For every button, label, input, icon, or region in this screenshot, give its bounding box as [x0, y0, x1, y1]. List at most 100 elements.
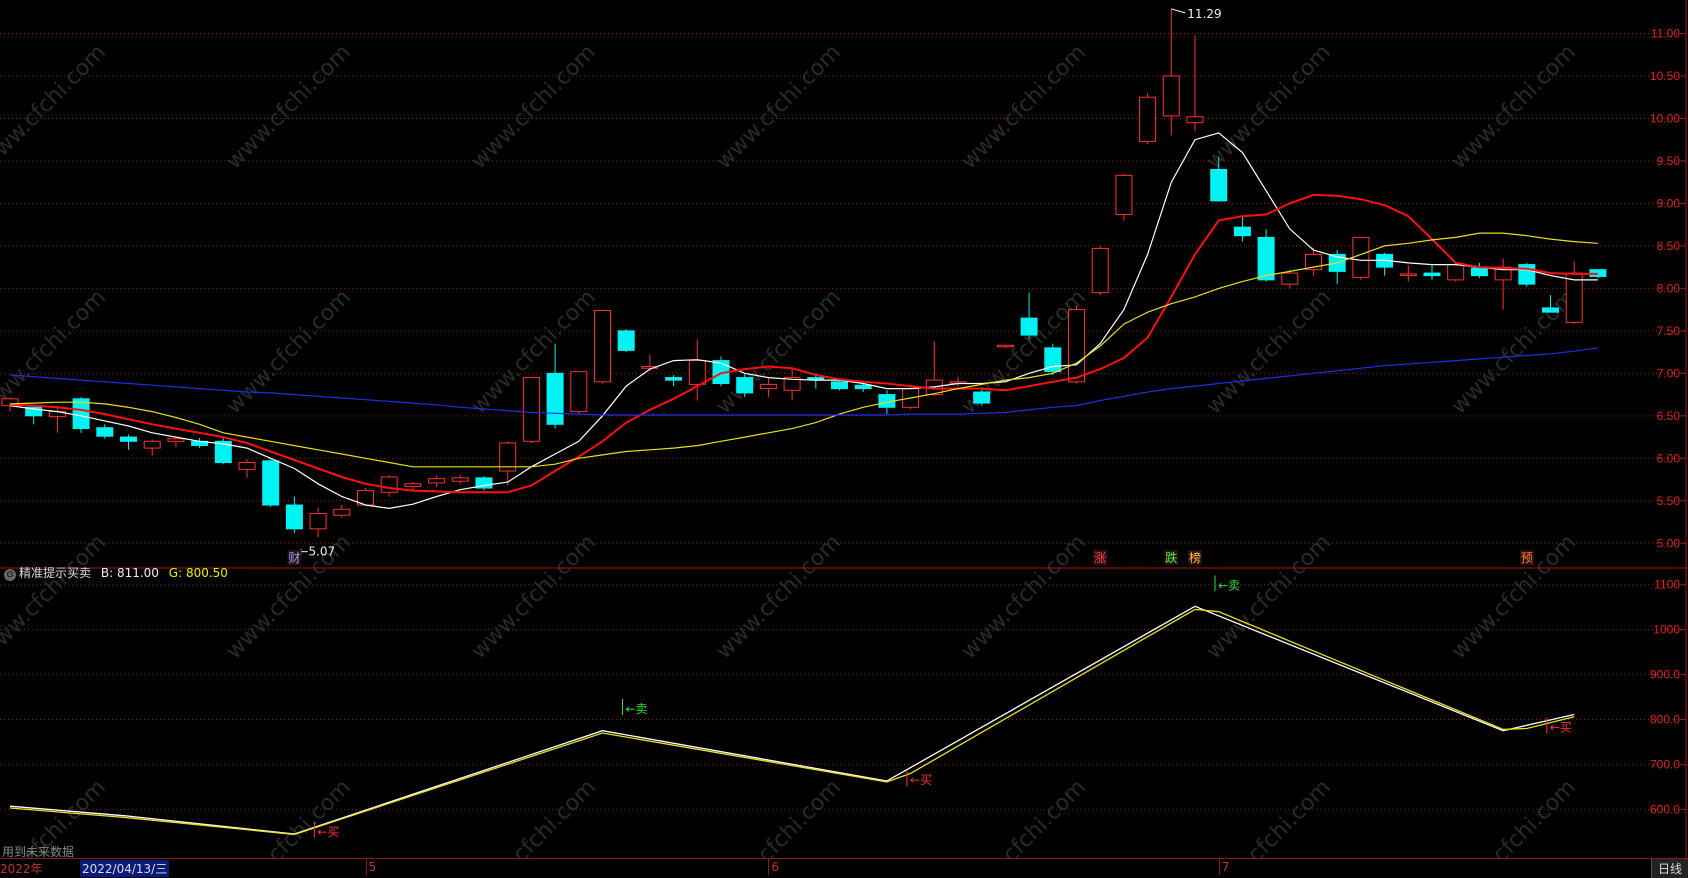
indicator-y-tick-label: 1100	[1654, 578, 1680, 592]
main-y-tick-label: 11.00	[1651, 26, 1680, 40]
event-marker-label: 榜	[1189, 550, 1201, 565]
watermark-text: www.cfchi.com	[467, 530, 601, 664]
candle-body-up	[451, 477, 469, 482]
candle-body-down	[72, 398, 90, 430]
candle-body-up	[1162, 75, 1180, 117]
main-y-tick-label: 8.50	[1657, 239, 1681, 253]
candle-body-up	[1068, 309, 1085, 383]
candle-body-down	[1518, 264, 1536, 285]
candle-body-down	[665, 377, 683, 381]
month-divider	[768, 859, 770, 875]
watermark-text: www.cfchi.com	[222, 40, 356, 174]
candle-body-down	[1423, 272, 1441, 277]
candle-body-up	[570, 371, 588, 413]
signal-sell-label: ←卖	[1218, 578, 1240, 592]
main-y-tick-label: 8.00	[1657, 281, 1681, 295]
watermark-text: www.cfchi.com	[712, 40, 846, 174]
candle-body-up	[333, 508, 351, 516]
watermark-text: www.cfchi.com	[1447, 530, 1581, 664]
cursor-date-label: 2022/04/13/三	[80, 860, 170, 877]
low-price-label: ←5.07	[298, 544, 335, 558]
event-marker-label: 预	[1521, 551, 1533, 565]
time-axis-bar: 2022年 2022/04/13/三 日线 5 6 7	[0, 858, 1688, 878]
candle-body-up	[404, 483, 422, 487]
candle-body-up	[1447, 264, 1465, 281]
candle-body-up	[1186, 116, 1204, 124]
candle-body-up	[238, 462, 256, 470]
candle-body-down	[736, 377, 754, 394]
candle-body-up	[1399, 273, 1417, 276]
main-y-tick-label: 9.50	[1657, 154, 1681, 168]
main-y-tick-label: 6.00	[1657, 451, 1681, 465]
candle-body-down	[546, 372, 564, 425]
candle-body-down	[973, 391, 991, 404]
year-label: 2022年	[0, 862, 43, 876]
signal-buy-label: ←买	[317, 825, 339, 839]
candle-body-up	[522, 377, 540, 442]
watermark-text: www.cfchi.com	[957, 530, 1091, 664]
main-y-tick-label: 5.00	[1657, 536, 1681, 550]
watermark-text: www.cfchi.com	[222, 285, 356, 419]
high-price-pointer	[1171, 8, 1186, 14]
collapse-toggle-icon[interactable]: ⊙	[4, 569, 16, 581]
watermark-text: www.cfchi.com	[0, 40, 111, 174]
indicator-y-tick-label: 1000	[1653, 623, 1680, 637]
b-value: 811.00	[116, 566, 159, 580]
g-label: G:	[168, 566, 183, 580]
month-label: 7	[1221, 860, 1230, 874]
candle-body-down	[831, 381, 848, 390]
candle-body-up	[1139, 96, 1157, 142]
watermark-text: www.cfchi.com	[1202, 530, 1336, 664]
main-y-tick-label: 7.50	[1657, 324, 1681, 338]
event-marker-label: 财	[288, 551, 300, 565]
candle-body-down	[807, 377, 825, 380]
b-label: B:	[100, 566, 114, 580]
month-label: 5	[368, 860, 377, 874]
candle-body-up	[380, 476, 398, 493]
candle-body-up	[1281, 272, 1299, 285]
main-y-tick-label: 7.00	[1657, 366, 1681, 380]
watermark-text: www.cfchi.com	[957, 40, 1091, 174]
candle-body-up	[688, 360, 706, 385]
candle-body-down	[617, 330, 635, 351]
indicator-y-tick-label: 600.0	[1650, 802, 1680, 816]
indicator-y-tick-label: 700.0	[1650, 757, 1680, 771]
event-marker-label: 涨	[1094, 550, 1106, 565]
period-button[interactable]: 日线	[1650, 859, 1688, 878]
indicator-y-tick-label: 800.0	[1650, 712, 1680, 726]
event-marker-label: 跌	[1165, 550, 1177, 565]
candle-body-down	[285, 504, 303, 530]
watermark-text: www.cfchi.com	[712, 285, 846, 419]
chart-svg: www.cfchi.com www.cfchi.com www.cfchi.com w…	[0, 0, 1688, 874]
candle-body-up	[1091, 247, 1109, 294]
candle-body-down	[1233, 226, 1251, 237]
candle-body-up	[996, 344, 1014, 348]
candle-body-down	[96, 427, 114, 437]
watermark-text: www.cfchi.com	[1202, 285, 1336, 419]
month-divider	[1218, 859, 1220, 875]
high-price-label: 11.29	[1187, 7, 1221, 21]
candle-body-up	[428, 478, 446, 484]
month-label: 6	[771, 860, 780, 874]
signal-sell-label: ←卖	[626, 702, 648, 716]
candle-body-down	[1542, 307, 1559, 313]
month-divider	[365, 859, 367, 875]
candle-body-down	[1020, 317, 1038, 336]
candle-body-down	[1470, 267, 1488, 277]
watermark-text: www.cfchi.com	[712, 530, 846, 664]
candle-body-up	[309, 513, 327, 530]
watermark-text: www.cfchi.com	[1202, 40, 1336, 174]
g-value: 800.50	[185, 566, 228, 580]
candle-body-up	[1352, 236, 1370, 278]
indicator-header: ⊙ 精准提示买卖 B: 811.00 G: 800.50	[4, 564, 228, 581]
signal-buy-label: ←买	[1550, 721, 1572, 735]
indicator-name[interactable]: 精准提示买卖	[19, 566, 91, 580]
watermark-layer: www.cfchi.com www.cfchi.com www.cfchi.com w…	[0, 40, 1581, 874]
candle-body-up	[594, 309, 611, 383]
main-y-tick-label: 5.50	[1657, 494, 1681, 508]
indicator-y-tick-label: 900.0	[1650, 668, 1680, 682]
main-y-tick-label: 6.50	[1657, 409, 1681, 423]
candle-body-down	[1210, 168, 1228, 202]
watermark-text: www.cfchi.com	[0, 530, 111, 664]
candle-body-down	[1257, 236, 1275, 281]
